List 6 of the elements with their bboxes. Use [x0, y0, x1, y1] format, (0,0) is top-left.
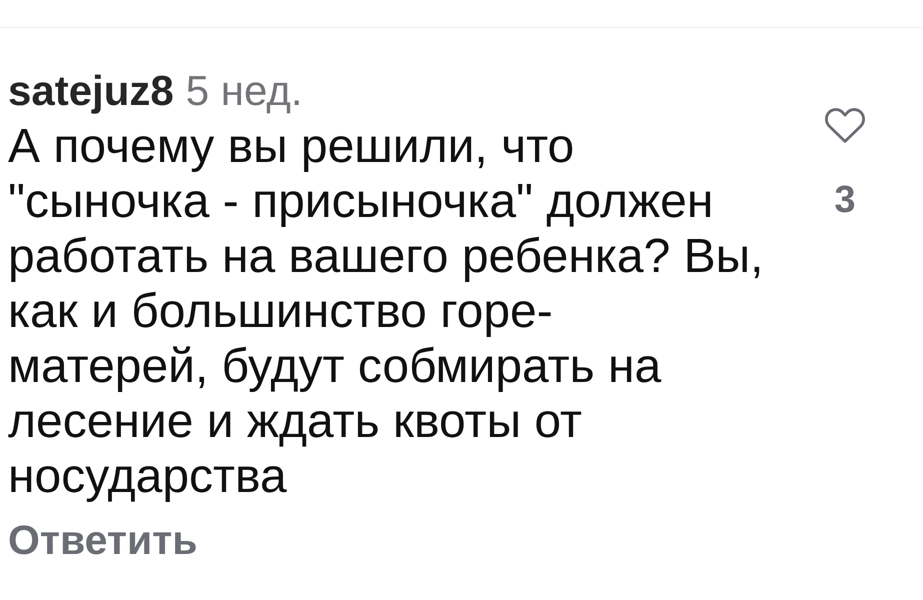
heart-icon[interactable] — [823, 107, 867, 144]
timestamp: 5 нед. — [186, 67, 303, 115]
comment-text: А почему вы решили, что "сыночка - присыночка" должен работать на вашего ребенка? Вы, как и большинство горе- матерей, будут собмирать на лесение и ждать квоты от носударства — [8, 119, 764, 504]
username[interactable]: satejuz8 — [8, 67, 174, 115]
like-count: 3 — [834, 180, 856, 220]
reply-button[interactable]: Ответить — [8, 516, 198, 564]
